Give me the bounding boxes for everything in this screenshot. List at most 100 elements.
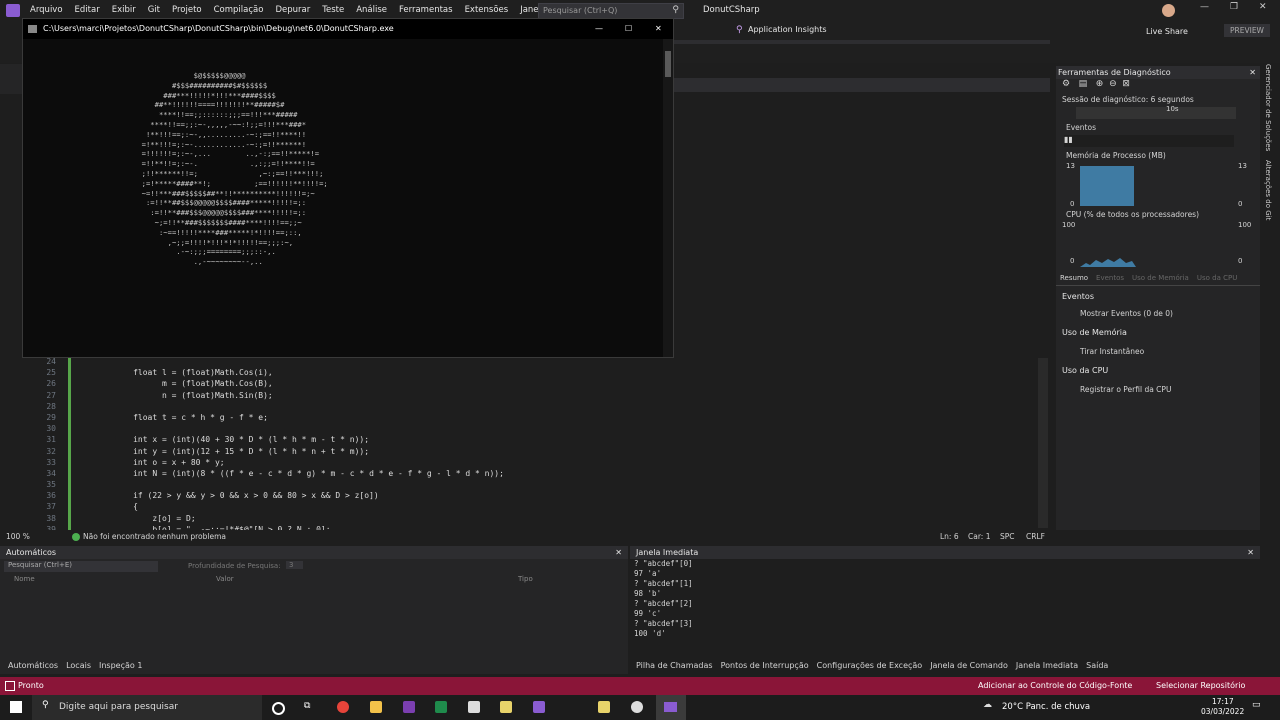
diag-tab[interactable]: Resumo bbox=[1056, 274, 1092, 282]
immediate-output[interactable]: ? "abcdef"[0] 97 'a'? "abcdef"[1] 98 'b'? … bbox=[630, 559, 1260, 639]
clock-date[interactable]: 03/03/2022 bbox=[1201, 707, 1244, 716]
code-line[interactable]: 26 m = (float)Math.Cos(B), bbox=[0, 378, 504, 389]
preview-button[interactable]: PREVIEW bbox=[1224, 24, 1270, 37]
debug-tab[interactable]: Configurações de Exceção bbox=[813, 661, 927, 670]
autos-tab[interactable]: Automáticos bbox=[4, 661, 62, 670]
taskbar-search[interactable]: ⚲ Digite aqui para pesquisar bbox=[32, 695, 262, 720]
editor-icon[interactable] bbox=[500, 701, 512, 713]
diag-toolbar: ⚙ ▤ ⊕ ⊖ ⊠ bbox=[1056, 79, 1260, 95]
minimize-icon[interactable]: — bbox=[1200, 2, 1209, 12]
line-number: 34 bbox=[46, 468, 56, 478]
diag-tab[interactable]: Eventos bbox=[1092, 274, 1128, 282]
live-share-button[interactable]: Live Share bbox=[1146, 27, 1188, 36]
autos-tab[interactable]: Inspeção 1 bbox=[95, 661, 146, 670]
source-control-button[interactable]: Adicionar ao Controle do Código-Fonte bbox=[978, 677, 1132, 695]
code-line[interactable]: 29 float t = c * h * g - f * e; bbox=[0, 412, 504, 423]
task-view-icon[interactable]: ⧉ bbox=[304, 701, 310, 711]
console-scrollbar-thumb[interactable] bbox=[665, 51, 671, 77]
git-changes-tab[interactable]: Alterações do Git bbox=[1264, 160, 1272, 220]
line-number: 31 bbox=[46, 435, 56, 445]
console-taskbar-icon[interactable] bbox=[656, 695, 686, 720]
take-snapshot-button[interactable]: Tirar Instantâneo bbox=[1056, 337, 1260, 356]
debug-tab[interactable]: Janela Imediata bbox=[1012, 661, 1082, 670]
diag-tab[interactable]: Uso da CPU bbox=[1193, 274, 1241, 282]
code-line[interactable]: 31 int x = (int)(40 + 30 * D * (l * h * … bbox=[0, 434, 504, 445]
events-label[interactable]: Eventos bbox=[1056, 123, 1260, 132]
debug-tab[interactable]: Saída bbox=[1082, 661, 1112, 670]
timeline-ruler[interactable]: 10s bbox=[1076, 105, 1236, 119]
console-minimize-icon[interactable]: — bbox=[595, 19, 603, 39]
media-icon[interactable] bbox=[468, 701, 480, 713]
close-icon[interactable]: ✕ bbox=[1259, 2, 1267, 12]
zoom-in-icon[interactable]: ⊕ bbox=[1096, 79, 1104, 89]
pause-icon[interactable]: ▮▮ bbox=[1064, 135, 1073, 144]
autos-tab[interactable]: Locais bbox=[62, 661, 95, 670]
line-number: 26 bbox=[46, 379, 56, 389]
diag-tab[interactable]: Uso de Memória bbox=[1128, 274, 1193, 282]
code-line[interactable]: 36 if (22 > y && y > 0 && x > 0 && 80 > … bbox=[0, 490, 504, 501]
col-name[interactable]: Nome bbox=[14, 575, 35, 583]
solution-explorer-tab[interactable]: Gerenciador de Soluções bbox=[1264, 64, 1272, 151]
file-explorer-icon[interactable] bbox=[370, 701, 382, 713]
repo-button[interactable]: Selecionar Repositório bbox=[1156, 677, 1245, 695]
show-events-link[interactable]: Mostrar Eventos (0 de 0) bbox=[1056, 301, 1260, 318]
notepad-icon[interactable] bbox=[598, 701, 610, 713]
excel-icon[interactable] bbox=[435, 701, 447, 713]
search-box[interactable]: Pesquisar (Ctrl+Q) ⚲ bbox=[538, 3, 684, 19]
autos-close-icon[interactable]: ✕ bbox=[615, 546, 622, 559]
code-line[interactable]: 32 int y = (int)(12 + 15 * D * (l * h * … bbox=[0, 446, 504, 457]
weather-text[interactable]: 20°C Panc. de chuva bbox=[1002, 695, 1090, 720]
console-icon bbox=[28, 25, 37, 33]
zoom-out-icon[interactable]: ⊖ bbox=[1109, 79, 1117, 89]
debug-tab[interactable]: Pontos de Interrupção bbox=[717, 661, 813, 670]
console-window[interactable]: C:\Users\marci\Projetos\DonutCSharp\Donu… bbox=[22, 18, 674, 358]
vs-logo-icon[interactable] bbox=[6, 4, 20, 17]
windows-start-icon[interactable] bbox=[10, 701, 22, 713]
console-scrollbar[interactable] bbox=[663, 39, 673, 357]
report-icon[interactable]: ▤ bbox=[1079, 79, 1088, 89]
code-line[interactable]: 35 bbox=[0, 479, 504, 490]
restore-icon[interactable]: ❐ bbox=[1230, 2, 1238, 12]
code-editor[interactable]: 24 25 float l = (float)Math.Cos(i), 26 m … bbox=[0, 357, 1050, 534]
code-line[interactable]: 30 bbox=[0, 423, 504, 434]
autos-search-input[interactable]: Pesquisar (Ctrl+E) bbox=[4, 561, 158, 572]
editor-vscrollbar[interactable] bbox=[1038, 358, 1048, 528]
console-close-icon[interactable]: ✕ bbox=[655, 19, 662, 39]
code-line[interactable]: 34 int N = (int)(8 * ((f * e - c * d * g… bbox=[0, 468, 504, 479]
debug-tab[interactable]: Pilha de Chamadas bbox=[632, 661, 717, 670]
code-line[interactable]: 33 int o = x + 80 * y; bbox=[0, 457, 504, 468]
code-line[interactable]: 28 bbox=[0, 401, 504, 412]
problems-status[interactable]: Não foi encontrado nenhum problema bbox=[83, 530, 226, 543]
diag-close-icon[interactable]: ✕ bbox=[1249, 66, 1256, 79]
col-value[interactable]: Valor bbox=[216, 575, 234, 583]
col-type[interactable]: Tipo bbox=[518, 575, 533, 583]
app-insights-button[interactable]: Application Insights bbox=[748, 25, 827, 34]
depth-select[interactable]: 3 bbox=[286, 561, 304, 569]
code-line[interactable]: 25 float l = (float)Math.Cos(i), bbox=[0, 367, 504, 378]
code-line[interactable]: 38 z[o] = D; bbox=[0, 513, 504, 524]
avatar[interactable] bbox=[1162, 4, 1175, 17]
code-line[interactable]: 37 { bbox=[0, 501, 504, 512]
onenote-icon[interactable] bbox=[403, 701, 415, 713]
console-titlebar: C:\Users\marci\Projetos\DonutCSharp\Donu… bbox=[23, 19, 673, 39]
console-maximize-icon[interactable]: ☐ bbox=[625, 19, 632, 39]
settings-icon[interactable]: ⚙ bbox=[1062, 79, 1070, 89]
debug-tab[interactable]: Janela de Comando bbox=[926, 661, 1012, 670]
notifications-icon[interactable]: ▭ bbox=[1252, 700, 1261, 710]
chrome-icon[interactable] bbox=[337, 701, 349, 713]
immediate-title: Janela Imediata bbox=[636, 548, 699, 557]
clock-time[interactable]: 17:17 bbox=[1212, 697, 1234, 706]
visual-studio-icon[interactable] bbox=[533, 701, 545, 713]
cortana-icon[interactable] bbox=[272, 702, 285, 715]
zoom-level[interactable]: 100 % bbox=[6, 530, 30, 543]
code-lines: 24 25 float l = (float)Math.Cos(i), 26 m … bbox=[0, 356, 504, 535]
immediate-close-icon[interactable]: ✕ bbox=[1247, 546, 1254, 559]
code-line[interactable]: 24 bbox=[0, 356, 504, 367]
depth-label: Profundidade de Pesquisa: bbox=[188, 562, 281, 570]
code-line[interactable]: 27 n = (float)Math.Sin(B); bbox=[0, 390, 504, 401]
section-cpu: Uso da CPU bbox=[1062, 366, 1109, 375]
github-icon[interactable] bbox=[631, 701, 643, 713]
record-cpu-button[interactable]: Registrar o Perfil da CPU bbox=[1056, 375, 1260, 394]
diag-header: Ferramentas de Diagnóstico ✕ bbox=[1056, 66, 1260, 79]
reset-zoom-icon[interactable]: ⊠ bbox=[1122, 79, 1130, 89]
